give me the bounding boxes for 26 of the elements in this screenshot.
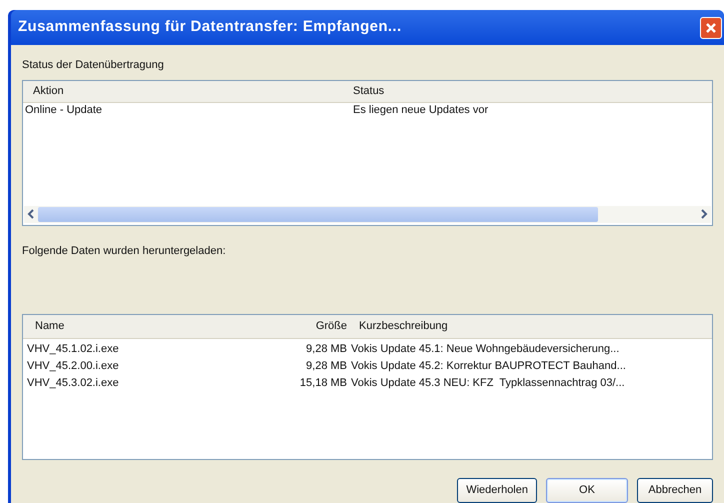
table-cell: Es liegen neue Updates vor [353,104,488,116]
column-header[interactable]: Name [35,320,64,332]
scrollbar-thumb[interactable] [38,206,598,222]
column-header[interactable]: Kurzbeschreibung [359,320,448,332]
table-cell: Online - Update [25,104,102,116]
column-header[interactable]: Größe [316,320,347,332]
dialog-button[interactable]: OK [546,478,628,503]
close-button[interactable] [700,16,722,38]
table-cell: Vokis Update 45.2: Korrektur BAUPROTECT Bauhand... [351,360,626,372]
column-header[interactable]: Status [353,84,384,97]
column-header[interactable]: Aktion [33,84,64,97]
table-cell: 9,28 MB [306,360,347,372]
window-title: Zusammenfassung für Datentransfer: Empfangen... [18,17,402,38]
dialog-button[interactable]: Abbrechen [637,478,713,503]
table-cell: VHV_45.2.00.i.exe [27,360,119,372]
dialog-button[interactable]: Wiederholen [457,478,537,503]
horizontal-scrollbar[interactable] [24,206,711,222]
section-label: Status der Datenübertragung [22,58,165,73]
table-cell: VHV_45.1.02.i.exe [27,343,119,356]
table-cell: VHV_45.3.02.i.exe [27,377,119,390]
table-cell: 9,28 MB [306,343,347,356]
table-cell: 15,18 MB [300,377,347,390]
close-icon [705,22,717,34]
table-cell: Vokis Update 45.3 NEU: KFZ Typklassennachtrag 03/... [351,377,625,390]
section-label: Folgende Daten wurden heruntergeladen: [22,244,227,258]
table-cell: Vokis Update 45.1: Neue Wohngebäudeversicherung... [351,343,620,356]
